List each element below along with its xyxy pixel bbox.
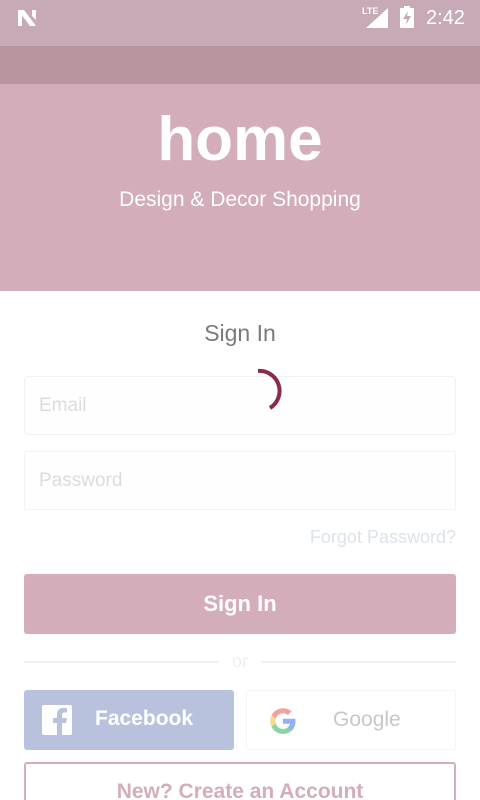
facebook-login-button[interactable]: Facebook bbox=[24, 690, 234, 750]
loading-spinner-icon bbox=[257, 368, 282, 410]
signin-title: Sign In bbox=[204, 320, 276, 346]
battery-charging-icon bbox=[400, 6, 414, 28]
svg-text:home: home bbox=[157, 105, 322, 174]
status-bar: LTE 2:42 bbox=[0, 0, 480, 36]
signal-icon bbox=[366, 8, 388, 28]
password-field[interactable] bbox=[24, 451, 456, 510]
home-logo: home bbox=[157, 105, 322, 174]
google-login-button[interactable]: Google bbox=[246, 690, 456, 750]
android-n-icon bbox=[18, 10, 36, 26]
create-account-button[interactable]: New? Create an Account bbox=[24, 762, 456, 800]
toolbar-top-stripe bbox=[0, 36, 480, 46]
facebook-icon bbox=[42, 705, 72, 735]
email-field[interactable] bbox=[24, 376, 456, 435]
signin-button[interactable]: Sign In bbox=[24, 574, 456, 634]
signin-panel: Sign In Forgot Password? Sign In or Face… bbox=[0, 291, 480, 800]
clock: 2:42 bbox=[426, 7, 465, 29]
hero-banner: home Design & Decor Shopping bbox=[0, 84, 480, 291]
tagline: Design & Decor Shopping bbox=[119, 188, 361, 211]
app-toolbar bbox=[0, 36, 480, 84]
google-label: Google bbox=[333, 708, 401, 731]
forgot-password-link[interactable]: Forgot Password? bbox=[310, 527, 456, 548]
divider-right bbox=[261, 661, 456, 663]
facebook-label: Facebook bbox=[95, 707, 194, 730]
google-icon bbox=[270, 708, 296, 734]
